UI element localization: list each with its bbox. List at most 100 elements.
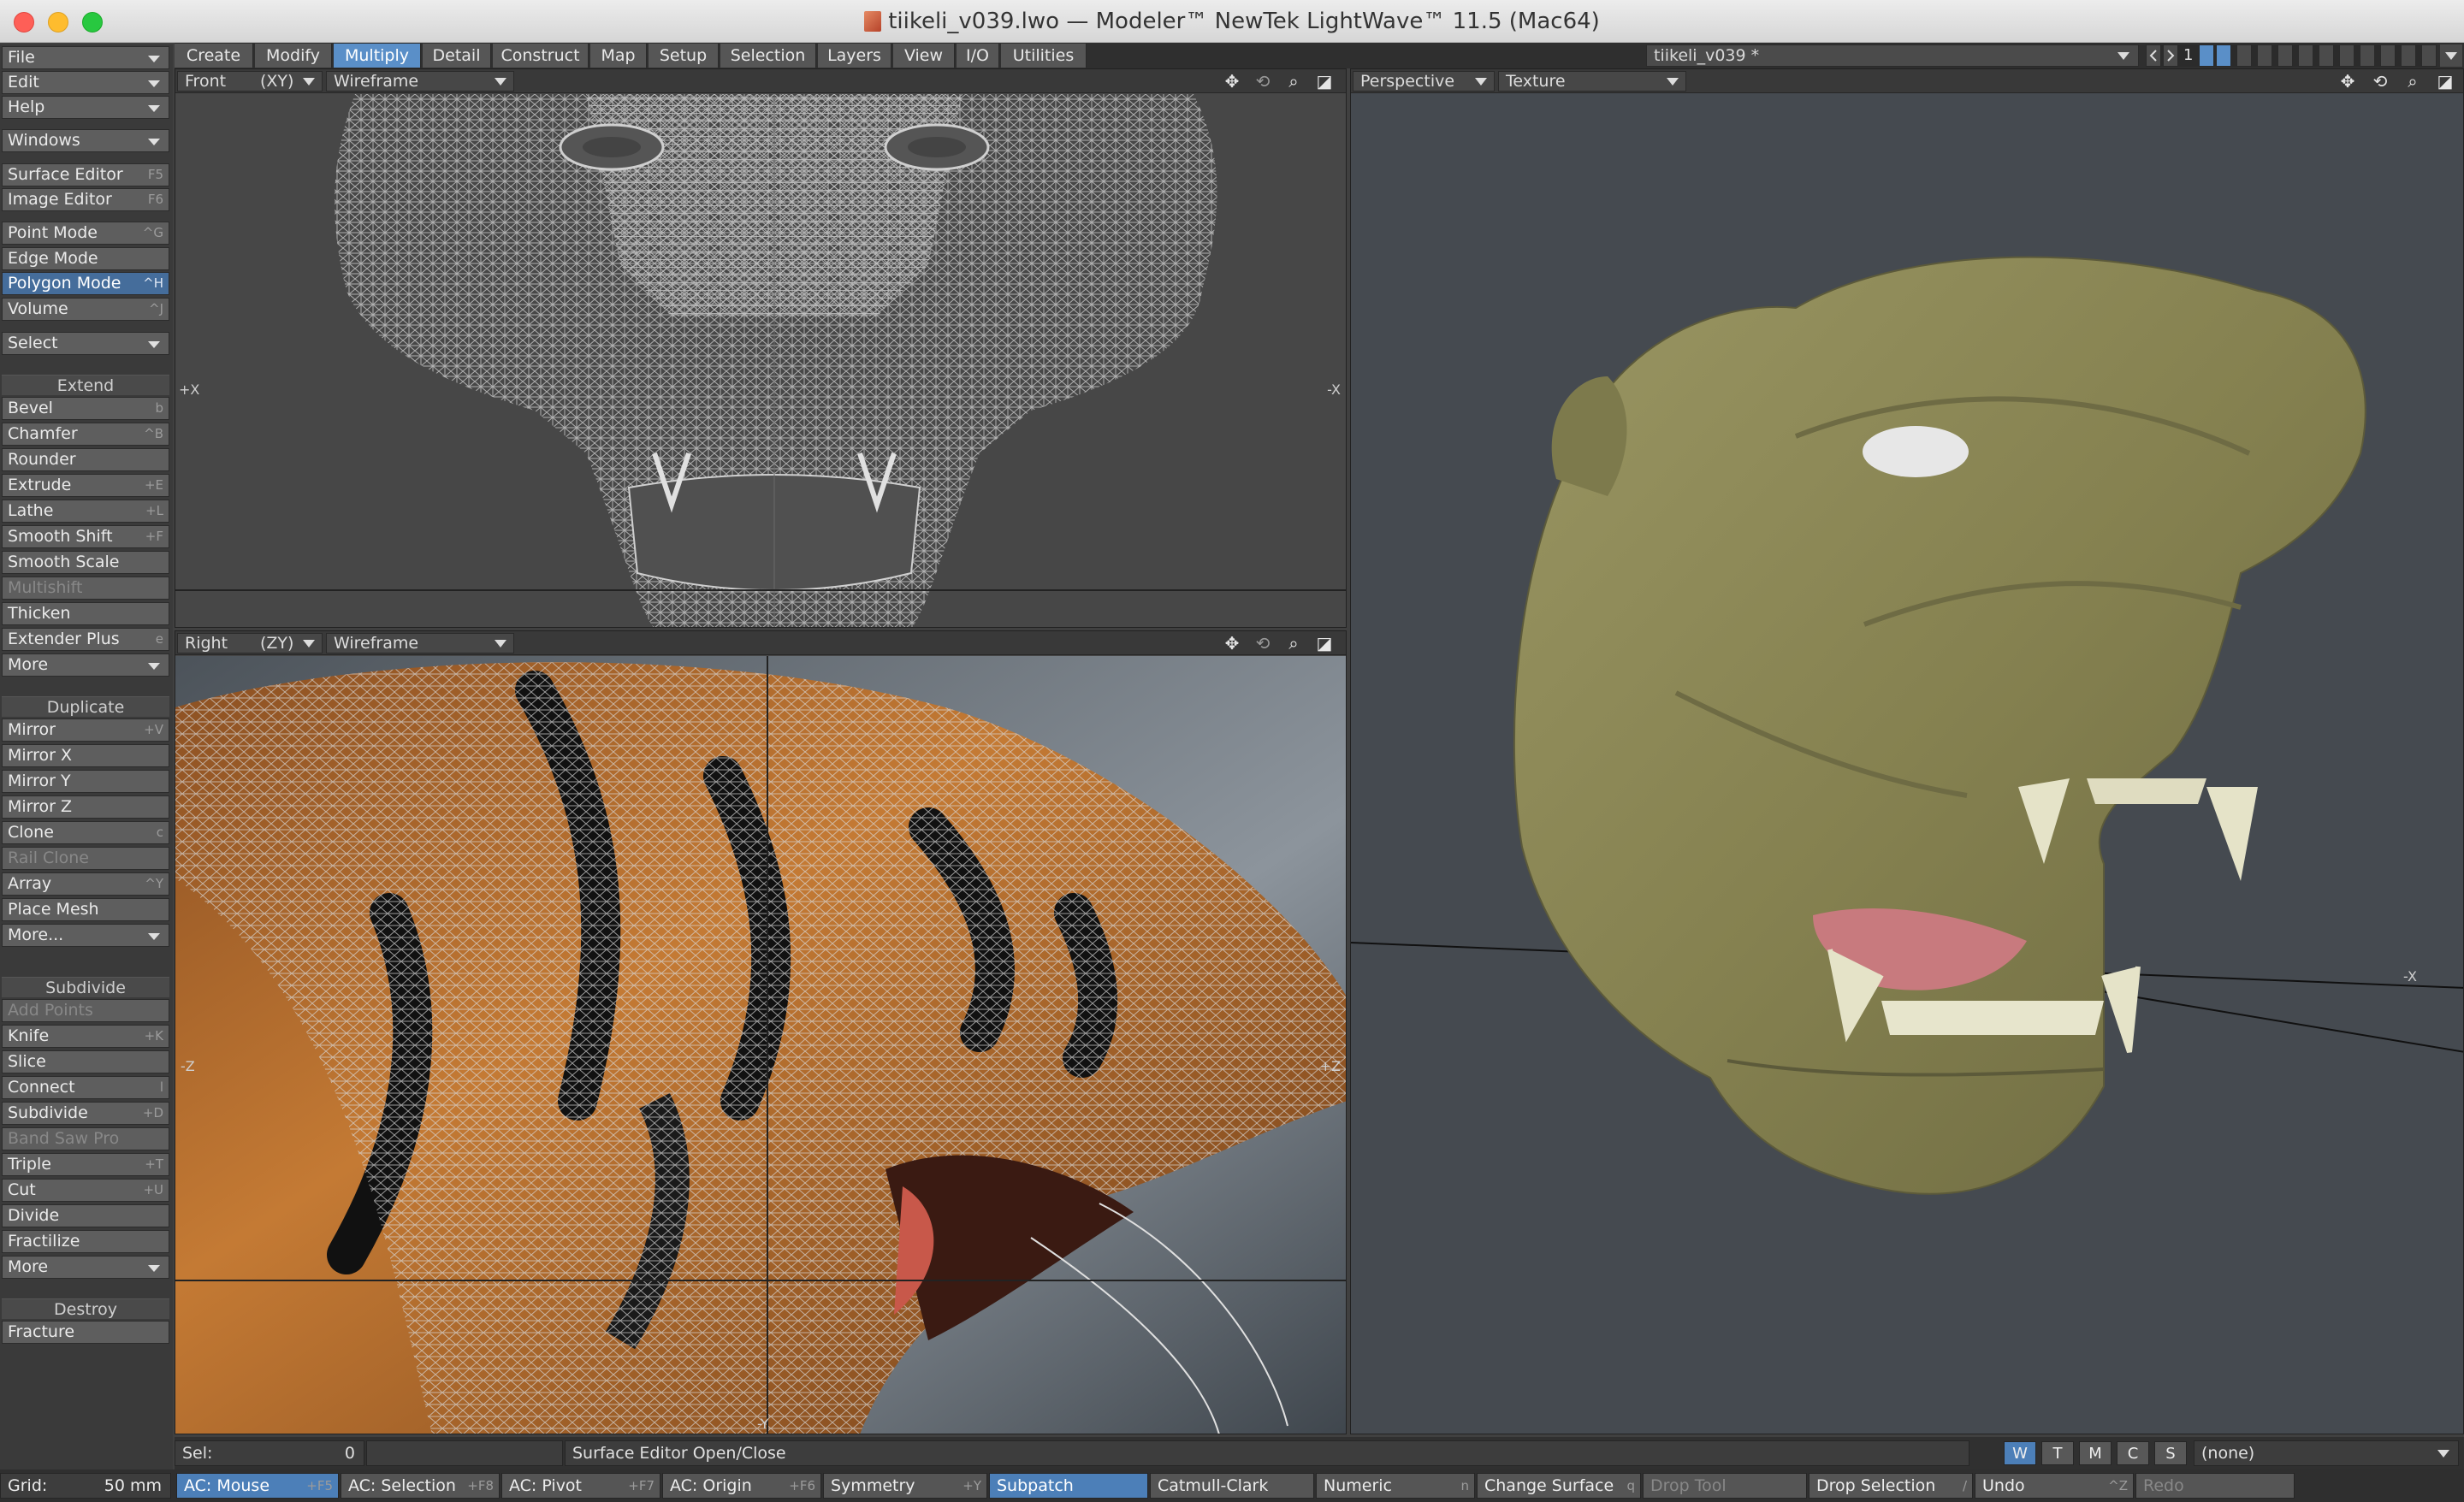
rotate-icon[interactable]: ⟲ xyxy=(1250,633,1276,653)
right-viewport[interactable]: Right (ZY) Wireframe ✥ ⟲ ⌕ ◪ -Z +Z -Y xyxy=(175,630,1347,1434)
subdivide-button[interactable]: Subdivide +D xyxy=(2,1102,169,1125)
edit-menu[interactable]: Edit xyxy=(2,71,169,94)
layer-slot[interactable] xyxy=(2401,44,2416,67)
perspective-canvas[interactable]: -X xyxy=(1351,94,2463,1434)
render-mode-select[interactable]: Texture xyxy=(1498,71,1686,92)
polygon-mode-button[interactable]: Polygon Mode ^H xyxy=(2,272,169,295)
maximize-viewport-icon[interactable]: ◪ xyxy=(1312,633,1337,653)
cut-button[interactable]: Cut +U xyxy=(2,1179,169,1202)
divide-button[interactable]: Divide xyxy=(2,1204,169,1227)
tab-create[interactable]: Create xyxy=(175,44,253,68)
chamfer-button[interactable]: Chamfer ^B xyxy=(2,423,169,446)
numeric-button[interactable]: Numeric n xyxy=(1316,1473,1475,1499)
maximize-viewport-icon[interactable]: ◪ xyxy=(2432,71,2458,92)
zoom-icon[interactable]: ⌕ xyxy=(1281,71,1306,92)
c-button[interactable]: C xyxy=(2117,1441,2149,1465)
next-layer-icon[interactable] xyxy=(2163,44,2178,67)
multishift-button[interactable]: Multishift xyxy=(2,577,169,600)
symmetry-button[interactable]: Symmetry +Y xyxy=(823,1473,987,1499)
pan-icon[interactable]: ✥ xyxy=(1219,71,1245,92)
rotate-icon[interactable]: ⟲ xyxy=(2367,71,2393,92)
tab-multiply[interactable]: Multiply xyxy=(334,44,421,68)
lathe-button[interactable]: Lathe +L xyxy=(2,500,169,523)
layer-slot[interactable] xyxy=(2421,44,2437,67)
layer-slot[interactable] xyxy=(2257,44,2272,67)
layer-slot[interactable] xyxy=(2298,44,2313,67)
tab-construct[interactable]: Construct xyxy=(493,44,589,68)
array-button[interactable]: Array ^Y xyxy=(2,872,169,896)
s-button[interactable]: S xyxy=(2154,1441,2187,1465)
volume-button[interactable]: Volume ^J xyxy=(2,298,169,321)
mirror-x-button[interactable]: Mirror X xyxy=(2,744,169,767)
layer-slot[interactable] xyxy=(2236,44,2252,67)
layer-slot[interactable] xyxy=(2277,44,2293,67)
extender-plus-button[interactable]: Extender Plus e xyxy=(2,628,169,651)
clone-button[interactable]: Clone c xyxy=(2,821,169,844)
point-mode-button[interactable]: Point Mode ^G xyxy=(2,222,169,245)
m-button[interactable]: M xyxy=(2079,1441,2112,1465)
pan-icon[interactable]: ✥ xyxy=(2335,71,2360,92)
surface-select[interactable]: (none) xyxy=(2194,1440,2459,1466)
more-button[interactable]: More xyxy=(2,1256,169,1279)
tab-utilities[interactable]: Utilities xyxy=(1001,44,1087,68)
prev-layer-icon[interactable] xyxy=(2146,44,2161,67)
more-button[interactable]: More... xyxy=(2,924,169,947)
change-surface-button[interactable]: Change Surface q xyxy=(1477,1473,1641,1499)
w-button[interactable]: W xyxy=(2004,1441,2036,1465)
tab-selection[interactable]: Selection xyxy=(720,44,816,68)
drop-tool-button[interactable]: Drop Tool xyxy=(1643,1473,1807,1499)
smooth-scale-button[interactable]: Smooth Scale xyxy=(2,551,169,574)
subpatch-button[interactable]: Subpatch xyxy=(989,1473,1148,1499)
tab-view[interactable]: View xyxy=(893,44,955,68)
fractilize-button[interactable]: Fractilize xyxy=(2,1230,169,1253)
smooth-shift-button[interactable]: Smooth Shift +F xyxy=(2,525,169,548)
tab-setup[interactable]: Setup xyxy=(649,44,719,68)
mirror-button[interactable]: Mirror +V xyxy=(2,718,169,742)
tab-io[interactable]: I/O xyxy=(957,44,999,68)
layer-slot[interactable] xyxy=(2380,44,2396,67)
tab-detail[interactable]: Detail xyxy=(423,44,491,68)
windows-menu[interactable]: Windows xyxy=(2,129,169,152)
layer-dropdown[interactable] xyxy=(2440,44,2462,67)
fracture-button[interactable]: Fracture xyxy=(2,1321,169,1344)
select-dropdown[interactable]: Select xyxy=(2,332,169,355)
right-view-canvas[interactable]: -Z +Z -Y xyxy=(175,656,1346,1434)
view-type-select[interactable]: Perspective xyxy=(1353,71,1495,92)
ac-selection-button[interactable]: AC: Selection +F8 xyxy=(341,1473,500,1499)
bevel-button[interactable]: Bevel b xyxy=(2,397,169,420)
rotate-icon[interactable]: ⟲ xyxy=(1250,71,1276,92)
extrude-button[interactable]: Extrude +E xyxy=(2,474,169,497)
connect-button[interactable]: Connect l xyxy=(2,1076,169,1099)
knife-button[interactable]: Knife +K xyxy=(2,1025,169,1048)
rounder-button[interactable]: Rounder xyxy=(2,448,169,471)
pan-icon[interactable]: ✥ xyxy=(1219,633,1245,653)
front-viewport[interactable]: Front (XY) Wireframe ✥ ⟲ ⌕ ◪ +X -X xyxy=(175,68,1347,628)
ac-mouse-button[interactable]: AC: Mouse +F5 xyxy=(176,1473,339,1499)
tab-layers[interactable]: Layers xyxy=(818,44,891,68)
layer-slot[interactable] xyxy=(2360,44,2375,67)
perspective-viewport[interactable]: Perspective Texture ✥ ⟲ ⌕ ◪ -X xyxy=(1350,68,2464,1434)
render-mode-select[interactable]: Wireframe xyxy=(326,71,514,92)
more-button[interactable]: More xyxy=(2,653,169,677)
add-points-button[interactable]: Add Points xyxy=(2,999,169,1022)
object-selector[interactable]: tiikeli_v039 * xyxy=(1646,44,2139,67)
tab-modify[interactable]: Modify xyxy=(255,44,332,68)
front-view-canvas[interactable]: +X -X xyxy=(175,94,1346,627)
image-editor-button[interactable]: Image Editor F6 xyxy=(2,188,169,211)
layer-slot[interactable] xyxy=(2199,44,2214,67)
help-menu[interactable]: Help xyxy=(2,96,169,119)
render-mode-select[interactable]: Wireframe xyxy=(326,633,514,653)
ac-pivot-button[interactable]: AC: Pivot +F7 xyxy=(501,1473,660,1499)
rail-clone-button[interactable]: Rail Clone xyxy=(2,847,169,870)
tab-map[interactable]: Map xyxy=(590,44,647,68)
mirror-z-button[interactable]: Mirror Z xyxy=(2,795,169,819)
drop-selection-button[interactable]: Drop Selection / xyxy=(1809,1473,1973,1499)
t-button[interactable]: T xyxy=(2041,1441,2074,1465)
thicken-button[interactable]: Thicken xyxy=(2,602,169,625)
zoom-icon[interactable]: ⌕ xyxy=(2400,71,2426,92)
file-menu[interactable]: File xyxy=(2,46,169,69)
layer-slot[interactable] xyxy=(2319,44,2334,67)
redo-button[interactable]: Redo xyxy=(2135,1473,2295,1499)
zoom-icon[interactable]: ⌕ xyxy=(1281,633,1306,653)
band-saw-pro-button[interactable]: Band Saw Pro xyxy=(2,1127,169,1150)
